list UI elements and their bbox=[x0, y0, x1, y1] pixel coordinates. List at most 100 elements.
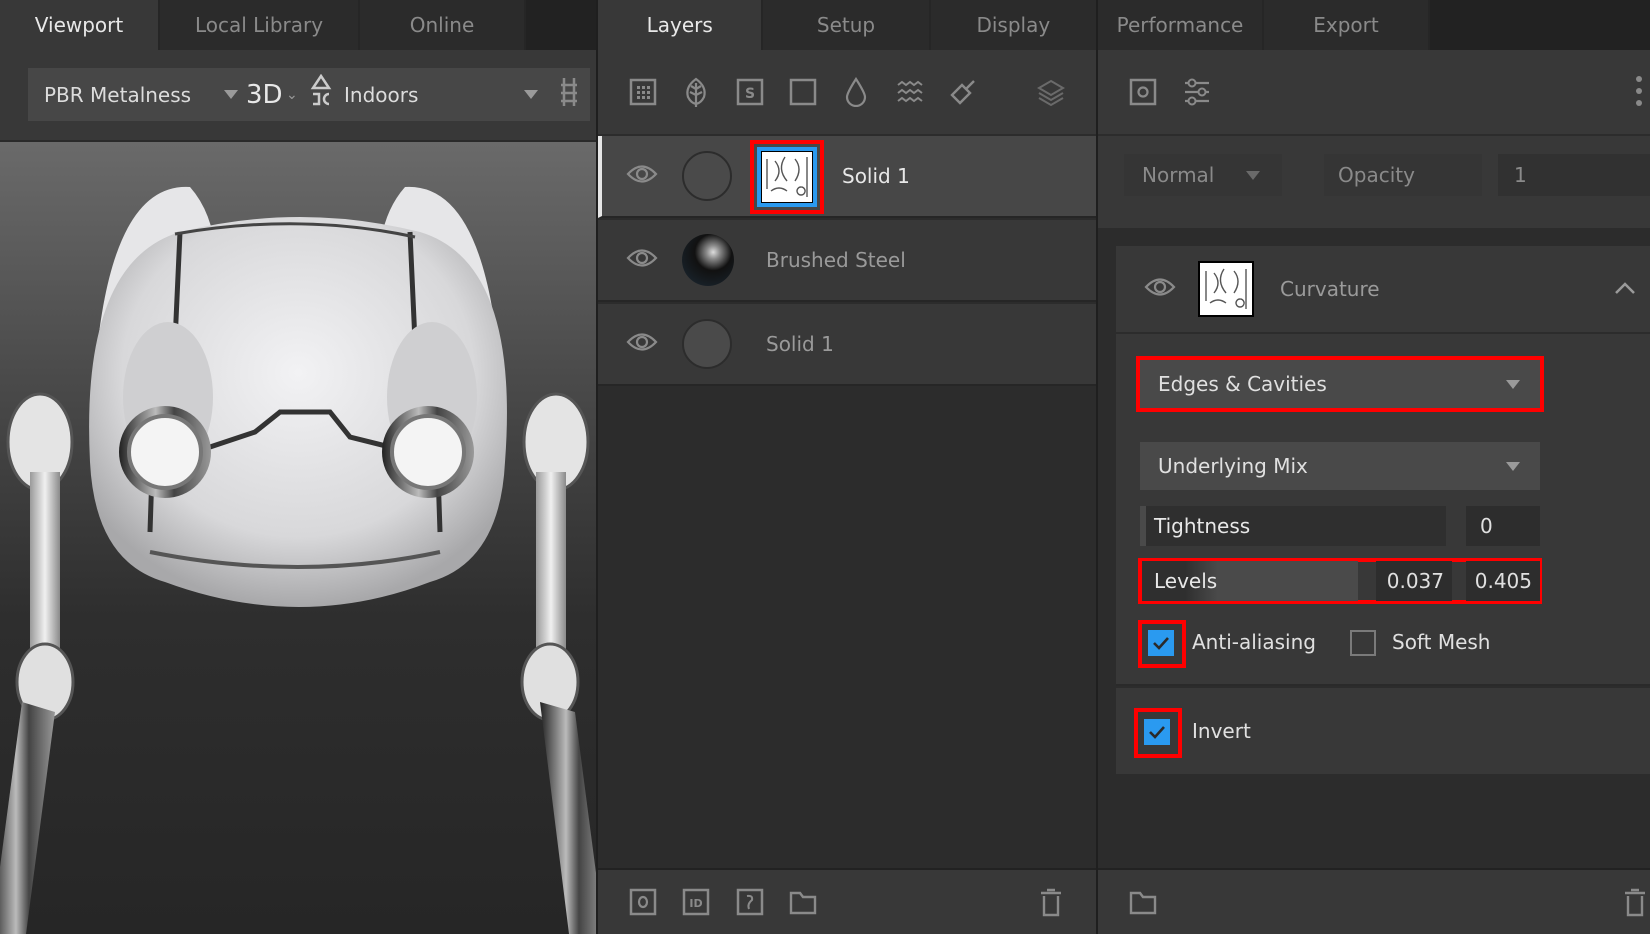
layer-color-swatch[interactable] bbox=[682, 319, 732, 369]
layers-panel: Layers Setup Display S Solid 1 Brushed S… bbox=[596, 0, 1098, 934]
material-preview-sphere[interactable] bbox=[682, 234, 734, 286]
add-mask-icon[interactable] bbox=[628, 887, 658, 917]
curvature-mode-value: Edges & Cavities bbox=[1158, 372, 1327, 396]
anti-aliasing-label[interactable]: Anti-aliasing bbox=[1192, 630, 1316, 654]
blend-mode-value: Normal bbox=[1142, 163, 1215, 187]
more-vert-icon[interactable] bbox=[1636, 76, 1642, 106]
blend-mode-dropdown-icon bbox=[1246, 170, 1260, 180]
invert-label[interactable]: Invert bbox=[1192, 719, 1251, 743]
levels-high-input[interactable]: 0.405 bbox=[1466, 561, 1540, 601]
mask-thumbnail-highlight bbox=[750, 140, 824, 214]
chevron-down-icon bbox=[1506, 461, 1520, 471]
properties-panel: Performance Export Normal Opacity 1 Curv… bbox=[1096, 0, 1650, 934]
wave-icon[interactable] bbox=[895, 77, 925, 107]
anti-aliasing-checkbox[interactable] bbox=[1148, 630, 1174, 656]
eye-icon[interactable] bbox=[626, 247, 658, 273]
svg-text:S: S bbox=[745, 86, 755, 102]
layer-row-solid-1[interactable]: Solid 1 bbox=[598, 304, 1098, 386]
levels-high-value: 0.405 bbox=[1474, 569, 1532, 593]
eye-icon[interactable] bbox=[626, 163, 658, 189]
tab-layers[interactable]: Layers bbox=[598, 0, 764, 50]
tightness-value: 0 bbox=[1480, 514, 1493, 538]
fill-layer-icon[interactable] bbox=[628, 77, 658, 107]
drop-icon[interactable] bbox=[841, 77, 871, 107]
chevron-down-icon bbox=[1506, 379, 1520, 389]
mix-mode-select[interactable]: Underlying Mix bbox=[1140, 442, 1540, 490]
lighting-icon[interactable] bbox=[310, 73, 332, 112]
tab-performance[interactable]: Performance bbox=[1098, 0, 1264, 50]
levels-low-input[interactable]: 0.037 bbox=[1376, 561, 1452, 601]
curvature-mode-select[interactable]: Edges & Cavities bbox=[1136, 356, 1544, 412]
levels-slider[interactable]: Levels bbox=[1142, 561, 1358, 601]
trash-icon[interactable] bbox=[1036, 887, 1066, 917]
view-mode-chevron-icon[interactable]: ⌄ bbox=[286, 87, 298, 103]
curvature-thumbnail bbox=[1198, 261, 1254, 317]
layer-name[interactable]: Solid 1 bbox=[842, 164, 910, 188]
folder-icon[interactable] bbox=[788, 887, 818, 917]
opacity-slider[interactable]: Opacity bbox=[1324, 154, 1482, 196]
trash-icon[interactable] bbox=[1620, 887, 1650, 917]
layers-toolbar: S bbox=[598, 50, 1096, 134]
opacity-label: Opacity bbox=[1338, 163, 1415, 187]
tab-online[interactable]: Online bbox=[360, 0, 526, 50]
mask-thumbnail[interactable] bbox=[757, 147, 817, 207]
robot-model bbox=[0, 186, 596, 934]
blend-settings: Normal Opacity 1 bbox=[1098, 136, 1650, 228]
tab-local-library[interactable]: Local Library bbox=[160, 0, 360, 50]
blend-mode-select[interactable]: Normal bbox=[1124, 154, 1282, 196]
levels-low-value: 0.037 bbox=[1386, 569, 1444, 593]
id-mask-icon[interactable]: ID bbox=[681, 887, 711, 917]
generator-name: Curvature bbox=[1280, 277, 1380, 301]
organic-leaf-icon[interactable] bbox=[681, 77, 711, 107]
tab-display[interactable]: Display bbox=[930, 0, 1098, 50]
curvature-mask-icon[interactable] bbox=[735, 887, 765, 917]
svg-text:ID: ID bbox=[689, 897, 702, 910]
folder-icon[interactable] bbox=[1128, 887, 1158, 917]
sliders-icon[interactable] bbox=[1182, 77, 1212, 107]
3d-viewport[interactable] bbox=[0, 140, 596, 934]
viewport-toolbar: PBR Metalness 3D ⌄ Indoors bbox=[28, 68, 590, 121]
shader-dropdown-icon[interactable] bbox=[224, 90, 238, 99]
shader-select[interactable]: PBR Metalness bbox=[44, 83, 191, 107]
tightness-input[interactable]: 0 bbox=[1466, 506, 1540, 546]
levels-label: Levels bbox=[1154, 569, 1218, 593]
tab-setup[interactable]: Setup bbox=[763, 0, 931, 50]
viewport-panel: Viewport Local Library Online PBR Metaln… bbox=[0, 0, 596, 934]
layer-color-swatch[interactable] bbox=[682, 151, 732, 201]
eye-icon[interactable] bbox=[626, 331, 658, 357]
soft-mesh-checkbox[interactable] bbox=[1350, 630, 1376, 656]
eye-icon[interactable] bbox=[1144, 276, 1176, 302]
mix-mode-value: Underlying Mix bbox=[1158, 454, 1308, 478]
view-mode-select[interactable]: 3D bbox=[246, 80, 283, 110]
mask-icon[interactable] bbox=[1128, 77, 1158, 107]
layer-name[interactable]: Brushed Steel bbox=[766, 248, 906, 272]
soft-mesh-label[interactable]: Soft Mesh bbox=[1392, 630, 1490, 654]
layer-row-brushed-steel[interactable]: Brushed Steel bbox=[598, 220, 1098, 302]
tightness-slider[interactable]: Tightness bbox=[1140, 506, 1446, 546]
invert-section: Invert bbox=[1116, 688, 1650, 774]
square-mask-icon[interactable] bbox=[788, 77, 818, 107]
tightness-label: Tightness bbox=[1154, 514, 1251, 538]
layers-footer: ID bbox=[598, 868, 1098, 934]
layer-name[interactable]: Solid 1 bbox=[766, 332, 834, 356]
invert-checkbox[interactable] bbox=[1144, 719, 1170, 745]
layers-stack-icon[interactable] bbox=[1036, 77, 1066, 107]
opacity-input[interactable]: 1 bbox=[1498, 154, 1650, 196]
tab-export[interactable]: Export bbox=[1264, 0, 1430, 50]
layer-row-solid-1-selected[interactable]: Solid 1 bbox=[598, 136, 1098, 218]
grid-icon[interactable] bbox=[560, 76, 578, 112]
viewport-tabbar: Viewport Local Library Online bbox=[0, 0, 596, 50]
collapse-chevron-icon[interactable] bbox=[1614, 280, 1636, 299]
curvature-generator-header[interactable]: Curvature bbox=[1116, 246, 1650, 332]
tab-viewport[interactable]: Viewport bbox=[0, 0, 160, 50]
brush-icon[interactable] bbox=[948, 77, 978, 107]
environment-select[interactable]: Indoors bbox=[344, 83, 418, 107]
properties-toolbar bbox=[1098, 50, 1650, 134]
properties-footer bbox=[1098, 868, 1650, 934]
layers-tabbar: Layers Setup Display bbox=[598, 0, 1098, 50]
curvature-settings: Edges & Cavities Underlying Mix Tightnes… bbox=[1116, 334, 1650, 686]
smart-material-icon[interactable]: S bbox=[735, 77, 765, 107]
opacity-value: 1 bbox=[1514, 163, 1527, 187]
environment-dropdown-icon[interactable] bbox=[524, 90, 538, 99]
properties-tabbar: Performance Export bbox=[1098, 0, 1650, 50]
